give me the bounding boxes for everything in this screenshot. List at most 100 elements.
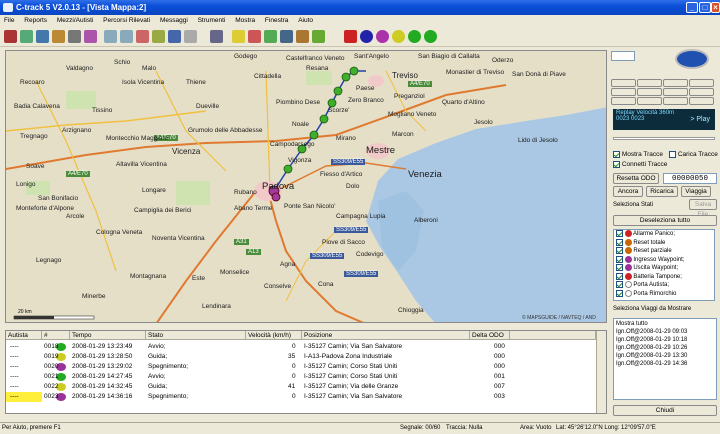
viaggio-item[interactable]: Mostra tutto xyxy=(616,320,714,328)
col-tempo[interactable]: Tempo xyxy=(70,331,146,340)
viaggio-item[interactable]: Ign.Off@2008-01-29 10:26 xyxy=(616,344,714,352)
connetti-tracce-checkbox[interactable]: Connetti Tracce xyxy=(613,161,703,168)
book-icon[interactable] xyxy=(296,30,309,43)
viaggio-item[interactable]: Ign.Off@2008-01-29 13:30 xyxy=(616,352,714,360)
route-icon[interactable] xyxy=(52,30,65,43)
message-icon[interactable] xyxy=(68,30,81,43)
col-num[interactable]: # xyxy=(42,331,70,340)
player-fast-button[interactable] xyxy=(663,97,688,105)
salva-file-button[interactable]: Salva File xyxy=(689,199,717,218)
chiudi-button[interactable]: Chiudi xyxy=(613,405,717,416)
player-forward-button[interactable] xyxy=(663,79,688,87)
player-slow-button[interactable] xyxy=(611,97,636,105)
menu-mezzi-autisti[interactable]: Mezzi/Autisti xyxy=(53,15,97,26)
flag-icon[interactable] xyxy=(264,30,277,43)
status-yellow-icon[interactable] xyxy=(392,30,405,43)
viaggia-button[interactable]: Viaggia xyxy=(681,186,711,197)
driver-icon[interactable] xyxy=(36,30,49,43)
stato-item[interactable]: Reset totale xyxy=(616,238,714,248)
map-view[interactable]: A4/E70 A4/E70 A4/E70 A13 A31 SS309/E55 S… xyxy=(5,50,607,323)
menu-percorsi-rilevati[interactable]: Percorsi Rilevati xyxy=(99,15,154,26)
player-loop-button[interactable] xyxy=(689,97,714,105)
stato-item[interactable]: Porta Autista; xyxy=(616,281,714,290)
resetta-odo-button[interactable]: Resetta ODO xyxy=(613,173,659,184)
col-velocita[interactable]: Velocità (km/h) xyxy=(246,331,302,340)
table-row-selected[interactable]: ---- 0023 2008-01-29 14:36:16 Spegnimento; 0… xyxy=(6,392,596,402)
menu-finestra[interactable]: Finestra xyxy=(261,15,292,26)
grid-icon[interactable] xyxy=(210,30,223,43)
stato-item[interactable]: Ingresso Waypoint; xyxy=(616,255,714,265)
town-label: Dueville xyxy=(196,103,220,110)
player-step-back-button[interactable] xyxy=(611,88,636,96)
town-label: Mirano xyxy=(336,135,356,142)
report-icon[interactable] xyxy=(84,30,97,43)
replay-counter: 0023 0023 xyxy=(616,116,645,122)
road-label: A13 xyxy=(246,249,261,255)
sun-icon[interactable] xyxy=(232,30,245,43)
menu-messaggi[interactable]: Messaggi xyxy=(156,15,192,26)
delete-icon[interactable] xyxy=(344,30,357,43)
stato-item[interactable]: Allarme Panico; xyxy=(616,230,714,239)
player-back-button[interactable] xyxy=(637,79,662,87)
ancora-button[interactable]: Ancora xyxy=(613,186,643,197)
tools-icon[interactable] xyxy=(248,30,261,43)
town-label: Scorze' xyxy=(328,107,350,114)
record-icon[interactable] xyxy=(360,30,373,43)
zoom-in-icon[interactable] xyxy=(104,30,117,43)
measure-icon[interactable] xyxy=(184,30,197,43)
stato-item[interactable]: Porta Rimorchio xyxy=(616,290,714,299)
vehicle-select[interactable] xyxy=(611,51,635,61)
player-normal-button[interactable] xyxy=(637,97,662,105)
menu-strumenti[interactable]: Strumenti xyxy=(194,15,230,26)
menu-file[interactable]: File xyxy=(0,15,18,26)
player-pause-button[interactable] xyxy=(637,88,662,96)
zoom-out-icon[interactable] xyxy=(120,30,133,43)
car-icon[interactable] xyxy=(4,30,17,43)
deseleziona-tutto-button[interactable]: Deseleziona tutto xyxy=(613,215,717,226)
mostra-tracce-checkbox[interactable]: Mostra Tracce xyxy=(613,151,673,158)
close-button[interactable]: × xyxy=(711,2,720,13)
town-label: Cona xyxy=(318,281,334,288)
player-end-button[interactable] xyxy=(689,79,714,87)
minimize-button[interactable]: _ xyxy=(686,2,698,13)
events-table[interactable]: Autista # Tempo Stato Velocità (km/h) Po… xyxy=(5,330,607,414)
menu-mostra[interactable]: Mostra xyxy=(231,15,259,26)
col-autista[interactable]: Autista xyxy=(6,331,42,340)
table-scrollbar[interactable] xyxy=(596,331,606,413)
stati-list[interactable]: Allarme Panico; Reset totale Reset parzi… xyxy=(613,229,715,301)
status-green-icon[interactable] xyxy=(408,30,421,43)
table-row[interactable]: ---- 0019 2008-01-29 13:28:50 Guida; 35 I-A13… xyxy=(6,352,596,362)
ricarica-button[interactable]: Ricarica xyxy=(646,186,678,197)
viaggio-item[interactable]: Ign.Off@2008-01-29 14:36 xyxy=(616,360,714,368)
stato-item[interactable]: Reset parziale xyxy=(616,247,714,256)
viaggi-list[interactable]: Mostra tutto Ign.Off@2008-01-29 09:03 Ig… xyxy=(613,318,717,400)
maximize-button[interactable]: □ xyxy=(699,2,711,13)
table-row[interactable]: ---- 0018 2008-01-29 13:23:49 Avvio; 0 I-3512… xyxy=(6,342,596,352)
table-row[interactable]: ---- 0022 2008-01-29 14:32:45 Guida; 41 I-351… xyxy=(6,382,596,392)
waypoint-icon[interactable] xyxy=(168,30,181,43)
player-stop-button[interactable] xyxy=(663,88,688,96)
globe-icon[interactable] xyxy=(280,30,293,43)
stato-item[interactable]: Batteria Tampone; xyxy=(616,272,714,282)
col-posizione[interactable]: Posizione xyxy=(302,331,470,340)
menu-aiuto[interactable]: Aiuto xyxy=(294,15,317,26)
stato-item[interactable]: Uscita Waypoint; xyxy=(616,264,714,273)
table-row[interactable]: ---- 0020 2008-01-29 13:29:02 Spegnimento; 0… xyxy=(6,362,596,372)
table-row[interactable]: ---- 0021 2008-01-29 14:27:45 Avvio; 0 I-3512… xyxy=(6,372,596,382)
player-rewind-button[interactable] xyxy=(611,79,636,87)
layers-icon[interactable] xyxy=(312,30,325,43)
pan-icon[interactable] xyxy=(136,30,149,43)
town-label: Quarto d'Altino xyxy=(442,99,485,106)
menu-reports[interactable]: Reports xyxy=(20,15,51,26)
status-green2-icon[interactable] xyxy=(424,30,437,43)
state-icon[interactable] xyxy=(376,30,389,43)
viaggio-item[interactable]: Ign.Off@2008-01-29 10:18 xyxy=(616,336,714,344)
locate-icon[interactable] xyxy=(152,30,165,43)
col-stato[interactable]: Stato xyxy=(146,331,246,340)
vehicle-icon[interactable] xyxy=(20,30,33,43)
viaggio-item[interactable]: Ign.Off@2008-01-29 09:03 xyxy=(616,328,714,336)
player-step-forward-button[interactable] xyxy=(689,88,714,96)
replay-slider[interactable] xyxy=(613,137,715,140)
carica-tracce-checkbox[interactable]: Carica Tracce xyxy=(669,151,720,158)
col-delta-odo[interactable]: Delta ODO xyxy=(470,331,510,340)
